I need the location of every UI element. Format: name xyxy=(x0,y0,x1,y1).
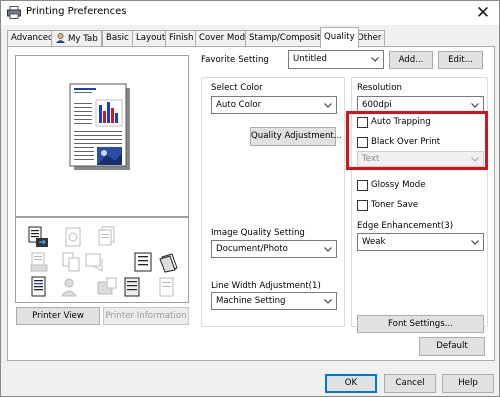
favorite-setting-label: Favorite Setting xyxy=(201,55,269,65)
resolution-value: 600dpi xyxy=(362,100,392,110)
document-text-icon xyxy=(31,276,46,297)
image-quality-label: Image Quality Setting xyxy=(211,228,305,238)
black-over-print-value: Text xyxy=(362,154,380,164)
tab-label: Basic xyxy=(106,33,129,43)
staple-icon xyxy=(30,252,48,272)
tab-label: Advanced xyxy=(11,33,54,43)
tab-my-tab[interactable]: My Tab xyxy=(51,30,102,46)
edit-button[interactable]: Edit... xyxy=(438,51,483,69)
chevron-down-icon xyxy=(324,247,332,252)
fold-icon xyxy=(85,253,103,272)
tab-label: My Tab xyxy=(68,34,98,44)
tab-quality[interactable]: Quality xyxy=(320,27,359,48)
glossy-mode-label: Glossy Mode xyxy=(371,180,426,190)
resolution-label: Resolution xyxy=(357,83,402,93)
line-width-value: Machine Setting xyxy=(216,296,286,306)
duplex-page-icon xyxy=(98,226,115,246)
punch-icon xyxy=(62,252,80,272)
document-preview-image xyxy=(69,83,130,170)
toner-save-label: Toner Save xyxy=(371,200,419,210)
help-button[interactable]: Help xyxy=(442,374,494,393)
glossy-mode-checkbox[interactable] xyxy=(357,180,368,191)
close-icon[interactable]: ✕ xyxy=(473,3,493,23)
quality-adjustment-button[interactable]: Quality Adjustment... xyxy=(250,127,342,146)
line-width-select[interactable]: Machine Setting xyxy=(211,292,337,310)
tab-label: Finish xyxy=(169,33,194,43)
printer-information-button[interactable]: Printer Information xyxy=(103,307,189,325)
chevron-down-icon xyxy=(371,57,379,62)
favorite-setting-select[interactable]: Untitled xyxy=(288,50,384,69)
black-over-print-checkbox[interactable] xyxy=(357,137,368,148)
title-bar: Printing Preferences ✕ xyxy=(1,1,499,25)
layout-page-icon xyxy=(65,227,81,247)
auto-trapping-label: Auto Trapping xyxy=(371,117,431,127)
select-color-label: Select Color xyxy=(211,83,263,93)
function-icons-area xyxy=(15,217,189,303)
tab-basic[interactable]: Basic xyxy=(102,30,133,46)
select-color-select[interactable]: Auto Color xyxy=(211,96,337,114)
select-color-value: Auto Color xyxy=(216,100,262,110)
edge-enhancement-label: Edge Enhancement(3) xyxy=(357,221,454,231)
window-title: Printing Preferences xyxy=(26,6,127,17)
line-width-label: Line Width Adjustment(1) xyxy=(211,281,321,291)
tab-label: Other xyxy=(357,33,382,43)
chevron-down-icon xyxy=(471,157,479,162)
edge-enhancement-select[interactable]: Weak xyxy=(357,233,484,251)
user-auth-icon xyxy=(61,278,77,297)
image-quality-select[interactable]: Document/Photo xyxy=(211,240,337,258)
add-button[interactable]: Add... xyxy=(389,51,433,69)
tab-advanced[interactable]: Advanced xyxy=(7,30,58,46)
quality-tab-panel: Favorite Setting Untitled Add... Edit... xyxy=(7,46,495,361)
tab-layout[interactable]: Layout xyxy=(132,30,170,46)
print-preview-area xyxy=(15,55,189,217)
cancel-button[interactable]: Cancel xyxy=(384,374,436,393)
chevron-down-icon xyxy=(324,299,332,304)
auto-trapping-checkbox[interactable] xyxy=(357,117,368,128)
tab-label: Cover Mode xyxy=(199,33,251,43)
tab-finish[interactable]: Finish xyxy=(165,30,198,46)
black-over-print-label: Black Over Print xyxy=(371,137,441,147)
chevron-down-icon xyxy=(471,103,479,108)
cover-sheet-icon xyxy=(159,277,174,297)
ok-button[interactable]: OK xyxy=(325,374,377,393)
tab-label: Quality xyxy=(324,32,355,42)
chevron-down-icon xyxy=(324,103,332,108)
edge-enhancement-value: Weak xyxy=(362,237,386,247)
print-to-paper-icon xyxy=(28,226,48,247)
booklet-icon xyxy=(134,252,152,272)
printing-preferences-window: Printing Preferences ✕ Advanced My Tab B… xyxy=(0,0,500,397)
image-quality-value: Document/Photo xyxy=(216,244,288,254)
person-icon xyxy=(56,33,65,43)
tab-label: Layout xyxy=(136,33,166,43)
default-button[interactable]: Default xyxy=(419,337,485,356)
stack-pages-icon xyxy=(159,253,178,273)
printer-view-button[interactable]: Printer View xyxy=(16,307,100,325)
chevron-down-icon xyxy=(471,240,479,245)
output-tray-icon xyxy=(124,277,140,297)
favorite-setting-value: Untitled xyxy=(293,54,327,64)
font-settings-button[interactable]: Font Settings... xyxy=(357,315,484,333)
black-over-print-select[interactable]: Text xyxy=(357,151,484,167)
toner-save-checkbox[interactable] xyxy=(357,200,368,211)
finisher-icon xyxy=(97,277,117,295)
printer-icon xyxy=(7,6,21,19)
